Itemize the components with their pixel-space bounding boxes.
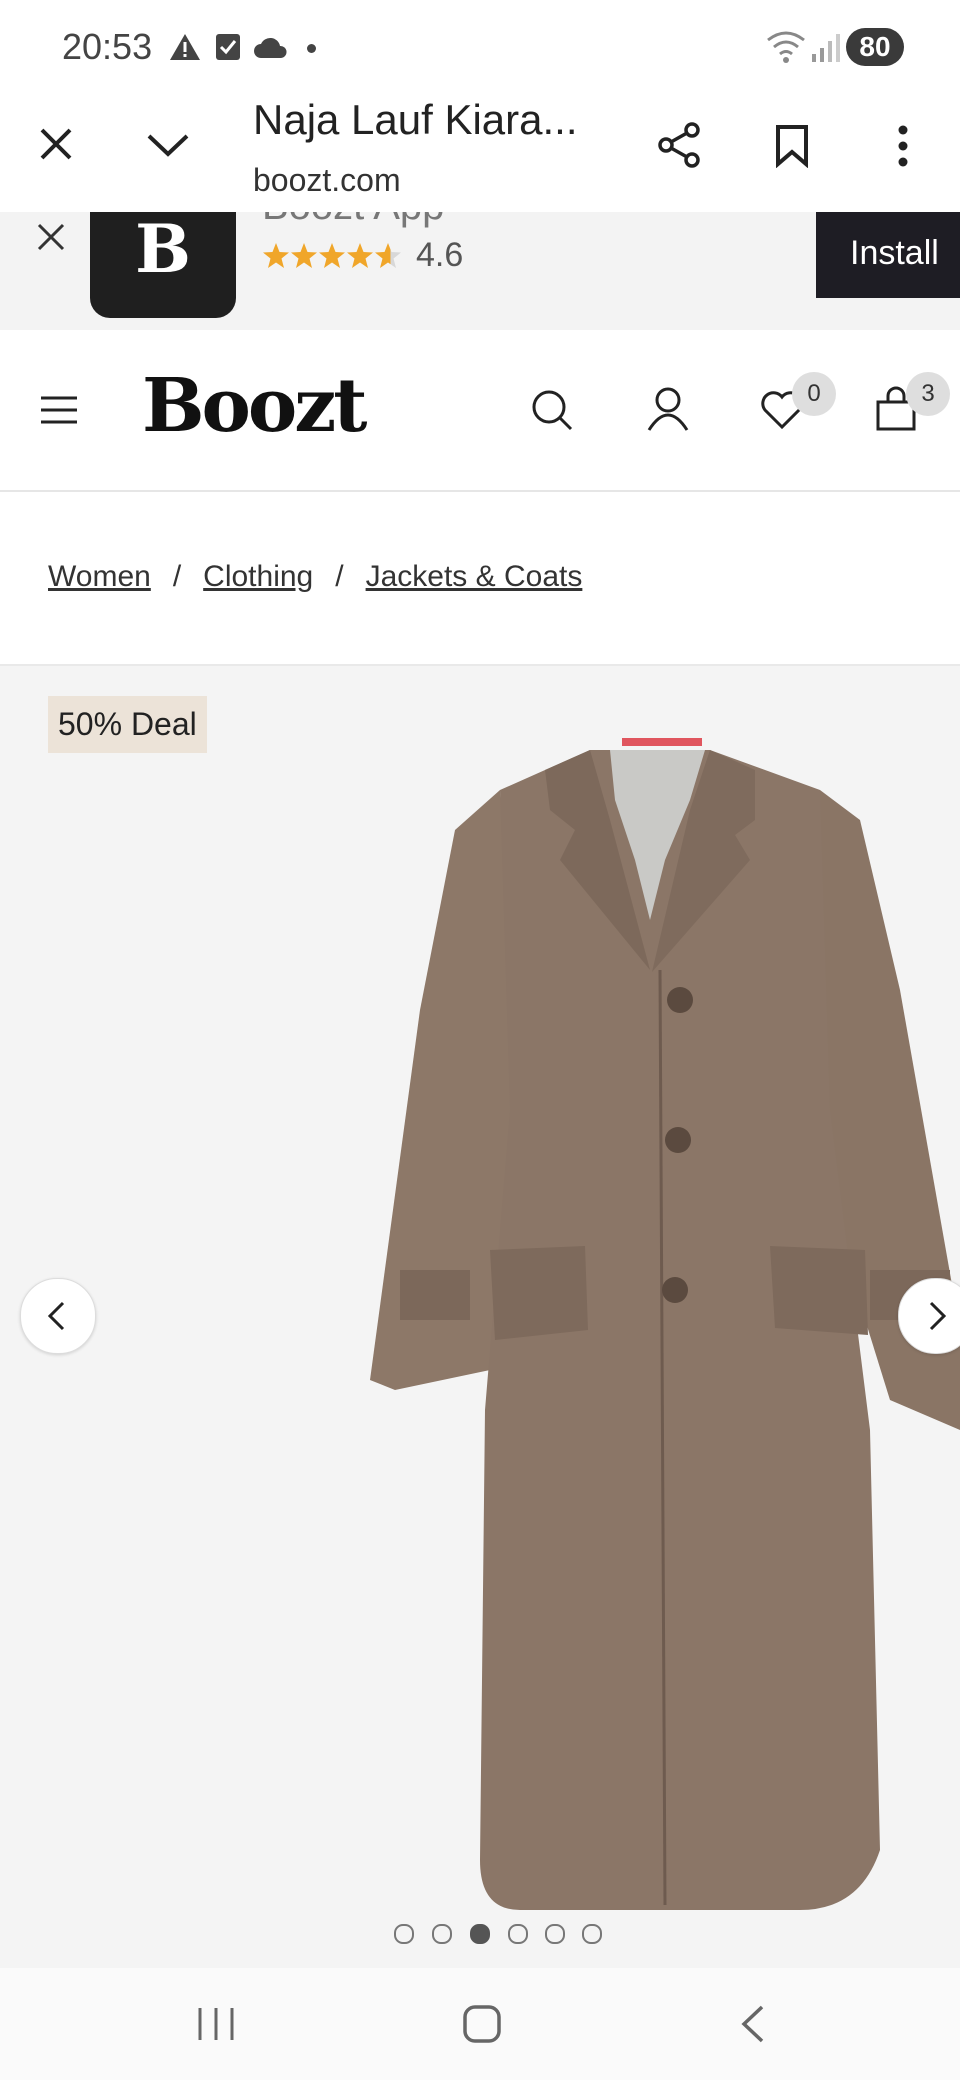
- install-button[interactable]: Install: [816, 212, 960, 298]
- account-icon[interactable]: [646, 386, 690, 432]
- search-icon[interactable]: [530, 388, 574, 432]
- home-icon[interactable]: [462, 2004, 502, 2044]
- share-icon[interactable]: [656, 122, 702, 168]
- chevron-right-icon: [929, 1301, 947, 1331]
- status-bar: 20:53 80: [0, 0, 960, 96]
- site-header: Boozt 0 3: [0, 330, 960, 492]
- dot-icon: [307, 44, 316, 53]
- recents-icon[interactable]: [196, 2006, 236, 2042]
- next-image-button[interactable]: [898, 1278, 960, 1354]
- image-dot[interactable]: [545, 1924, 565, 1944]
- product-gallery[interactable]: 50% Deal: [0, 666, 960, 1968]
- cloud-icon: [254, 37, 287, 58]
- system-nav-bar: [0, 1968, 960, 2080]
- bookmark-icon[interactable]: [774, 124, 810, 168]
- dismiss-banner-icon[interactable]: [36, 222, 66, 252]
- breadcrumb-jackets-coats[interactable]: Jackets & Coats: [366, 560, 583, 593]
- page-title[interactable]: Naja Lauf Kiara...: [253, 96, 578, 144]
- app-rating: 4.6: [416, 236, 464, 274]
- previous-image-button[interactable]: [20, 1278, 96, 1354]
- checkbox-icon: [216, 34, 240, 60]
- chevron-left-icon: [47, 1301, 65, 1331]
- wifi-icon: [767, 31, 805, 63]
- menu-icon[interactable]: [40, 396, 78, 424]
- alert-icon: [170, 34, 200, 60]
- image-dot[interactable]: [508, 1924, 528, 1944]
- brand-logo[interactable]: Boozt: [142, 363, 367, 449]
- status-time: 20:53: [62, 26, 153, 67]
- wishlist-count-badge: 0: [792, 372, 836, 416]
- breadcrumb-women[interactable]: Women: [48, 560, 151, 593]
- app-name: Boozt App: [262, 212, 444, 229]
- star-rating: [263, 243, 401, 268]
- product-image[interactable]: [360, 710, 960, 1932]
- deal-badge: 50% Deal: [48, 696, 207, 753]
- breadcrumb: Women / Clothing / Jackets & Coats: [48, 560, 582, 594]
- app-logo-letter: B: [135, 212, 191, 288]
- more-vertical-icon[interactable]: [896, 124, 910, 168]
- breadcrumb-separator: /: [335, 560, 344, 593]
- image-dot[interactable]: [582, 1924, 602, 1944]
- signal-icon: [812, 34, 840, 62]
- page-domain[interactable]: boozt.com: [253, 162, 401, 199]
- image-dot[interactable]: [432, 1924, 452, 1944]
- app-install-banner: B Boozt App 4.6 Install: [0, 212, 960, 330]
- cart-count-badge: 3: [906, 372, 950, 416]
- close-icon[interactable]: [38, 126, 74, 162]
- image-dot[interactable]: [394, 1924, 414, 1944]
- battery-indicator: 80: [846, 28, 904, 66]
- back-icon[interactable]: [738, 2004, 766, 2044]
- app-logo: B: [90, 212, 236, 318]
- breadcrumb-clothing[interactable]: Clothing: [203, 560, 313, 593]
- breadcrumb-separator: /: [172, 560, 182, 593]
- image-dot[interactable]: [470, 1924, 490, 1944]
- chevron-down-icon[interactable]: [146, 132, 190, 158]
